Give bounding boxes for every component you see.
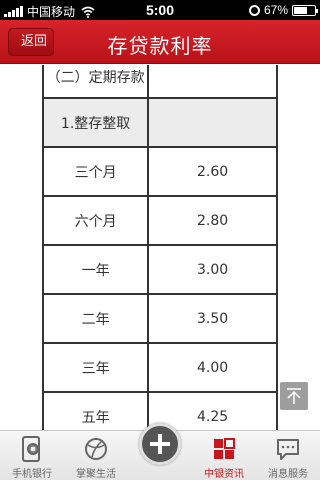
- rate-cell: 4.00: [147, 342, 278, 393]
- plus-icon: [150, 434, 170, 454]
- arrow-up-icon: [287, 388, 301, 404]
- interest-rate-table: （二）定期存款 1.整存整取 三个月 2.60 六个月 2.80 一年 3.00 二年 3.50 三…: [41, 65, 278, 430]
- tab-label: 中银资讯: [204, 469, 244, 480]
- rate-cell: [147, 97, 278, 148]
- table-row: （二）定期存款: [41, 65, 278, 99]
- phone-bank-icon: [22, 436, 40, 462]
- table-row: 三个月 2.60: [41, 146, 278, 197]
- term-cell: 三年: [41, 342, 150, 393]
- term-cell: 六个月: [41, 195, 150, 246]
- tab-label: 掌聚生活: [76, 469, 116, 480]
- tab-boc-news[interactable]: 中银资讯: [192, 431, 256, 480]
- table-row: 三年 4.00: [41, 342, 278, 393]
- page-title: 存贷款利率: [107, 34, 213, 58]
- rate-cell: 3.50: [147, 293, 278, 344]
- table-row: 1.整存整取: [41, 97, 278, 148]
- tab-label: 消息服务: [268, 469, 308, 480]
- battery-percent: 67%: [263, 3, 288, 17]
- add-button[interactable]: [139, 423, 181, 465]
- term-cell: 1.整存整取: [41, 97, 150, 148]
- rate-cell: 2.60: [147, 146, 278, 197]
- tab-life[interactable]: 掌聚生活: [64, 431, 128, 480]
- tab-label: 手机银行: [12, 469, 52, 480]
- scroll-to-top-button[interactable]: [280, 382, 308, 410]
- battery-icon: [292, 4, 318, 16]
- status-bar: 中国移动 5:00 67%: [0, 0, 320, 20]
- content-area[interactable]: （二）定期存款 1.整存整取 三个月 2.60 六个月 2.80 一年 3.00 二年 3.50 三…: [0, 65, 320, 430]
- message-icon: [277, 439, 299, 460]
- grid-icon: [214, 438, 235, 459]
- term-cell: 五年: [41, 391, 150, 430]
- rate-cell: 3.00: [147, 244, 278, 295]
- alarm-clock-icon: [248, 4, 260, 16]
- term-cell: 一年: [41, 244, 150, 295]
- rate-cell: [147, 65, 278, 99]
- tab-mobile-banking[interactable]: 手机银行: [0, 431, 64, 480]
- rate-cell: 2.80: [147, 195, 278, 246]
- tab-bar: 手机银行 掌聚生活 中银资讯 消息服务: [0, 423, 320, 480]
- nav-bar: 返回 存贷款利率: [0, 20, 320, 64]
- battery-fill: [294, 6, 308, 14]
- term-cell: （二）定期存款: [41, 65, 150, 99]
- term-cell: 二年: [41, 293, 150, 344]
- tab-messages[interactable]: 消息服务: [256, 431, 320, 480]
- ball-icon: [85, 438, 107, 460]
- table-row: 六个月 2.80: [41, 195, 278, 246]
- table-row: 二年 3.50: [41, 293, 278, 344]
- term-cell: 三个月: [41, 146, 150, 197]
- status-right: 67%: [248, 3, 318, 17]
- table-row: 一年 3.00: [41, 244, 278, 295]
